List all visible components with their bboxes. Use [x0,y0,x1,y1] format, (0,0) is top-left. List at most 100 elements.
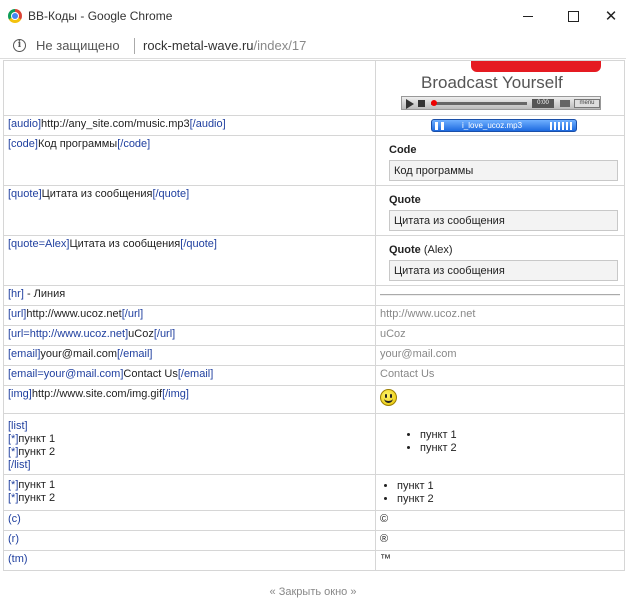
result-cell [375,285,625,306]
seek-bar[interactable] [431,102,527,105]
window-title: BB-Коды - Google Chrome [28,9,173,23]
address-bar[interactable]: i Не защищено rock-metal-wave.ru/index/1… [0,33,626,59]
quote-box: Цитата из сообщения [389,210,618,231]
close-tag: [/url] [153,328,176,340]
email-result-link[interactable]: your@mail.com [375,345,625,366]
seek-handle[interactable] [431,100,437,106]
code-cell: [url]http://www.ucoz.net[/url] [3,305,376,326]
minimize-button[interactable] [508,4,548,28]
open-tag: [img] [8,388,32,400]
list-item-line: [*]пункт 2 [8,446,371,459]
code-cell: [list] [*]пункт 1 [*]пункт 2 [/list] [3,413,376,475]
table-row: (tm) ™ [3,550,625,571]
pause-icon[interactable] [435,122,444,130]
list-item: пункт 1 [420,429,620,442]
bbcode-table: Broadcast Yourself 0:00 menu [audio]http… [3,60,625,571]
close-tag: [/quote] [180,238,217,250]
close-tag: [/img] [162,388,189,400]
result-cell: Code Код программы [375,135,625,186]
tag-body: your@mail.com [40,348,117,360]
code-cell: [quote]Цитата из сообщения[/quote] [3,185,376,236]
code-cell: [email]your@mail.com[/email] [3,345,376,366]
named-email-result-link[interactable]: Contact Us [375,365,625,386]
info-icon[interactable]: i [13,39,26,52]
code-cell: [quote=Alex]Цитата из сообщения[/quote] [3,235,376,286]
play-icon[interactable] [406,99,414,109]
close-window-link[interactable]: « Закрыть окно » [0,586,626,598]
video-player[interactable]: Broadcast Yourself 0:00 menu [401,61,601,113]
table-row: [quote]Цитата из сообщения[/quote] Quote… [3,185,625,236]
open-tag: [quote=Alex] [8,238,70,250]
video-caption: Broadcast Yourself [421,73,563,92]
close-tag: [/email] [177,368,214,380]
list-item-line: [*]пункт 1 [8,433,371,446]
close-tag: [/email] [116,348,153,360]
code-cell: [*]пункт 1 [*]пункт 2 [3,474,376,511]
open-tag: [email=your@mail.com] [8,368,124,380]
audio-filename: i_love_ucoz.mp3 [462,121,523,130]
code-cell: [img]http://www.site.com/img.gif[/img] [3,385,376,414]
quote-label: Quote [389,244,421,256]
open-tag: [url=http://www.ucoz.net] [8,328,129,340]
audio-player[interactable]: i_love_ucoz.mp3 [431,119,577,132]
security-label[interactable]: Не защищено [36,38,120,53]
quote-author: (Alex) [423,244,453,256]
volume-icon[interactable] [560,100,570,107]
page-content: Broadcast Yourself 0:00 menu [audio]http… [0,60,626,602]
table-row: [*]пункт 1 [*]пункт 2 пункт 1 пункт 2 [3,474,625,511]
open-tag: [code] [8,138,38,150]
list-item-text: пункт 2 [18,492,56,504]
list-item: пункт 2 [397,493,620,506]
code-box: Код программы [389,160,618,181]
stop-icon[interactable] [418,100,425,107]
table-row: Broadcast Yourself 0:00 menu [3,60,625,116]
table-row: [hr] - Линия [3,285,625,306]
tag-body: Цитата из сообщения [41,188,153,200]
maximize-button[interactable] [553,4,593,28]
bullet-tag: [*] [8,492,19,504]
bullet-tag: [*] [8,433,19,445]
rendered-plain-list: пункт 1 пункт 2 [397,480,620,506]
close-window-button[interactable]: ✕ [596,4,626,28]
tag-body: http://www.site.com/img.gif [31,388,163,400]
bullet-tag: [*] [8,446,19,458]
open-tag: [audio] [8,118,42,130]
address-separator [134,38,135,54]
tag-body: Код программы [37,138,118,150]
trademark-result: ™ [375,550,625,571]
youtube-logo [471,61,601,72]
video-time: 0:00 [532,99,554,108]
video-controls: 0:00 menu [401,96,601,110]
url-result-link[interactable]: http://www.ucoz.net [375,305,625,326]
tag-body: uCoz [128,328,154,340]
horizontal-rule [380,294,620,296]
list-item: пункт 2 [420,442,620,455]
code-cell [3,60,376,116]
url-field[interactable]: rock-metal-wave.ru/index/17 [143,38,306,53]
title-bar: BB-Коды - Google Chrome ✕ [0,0,626,33]
result-cell: пункт 1 пункт 2 [375,413,625,475]
tag-body: http://www.ucoz.net [26,308,122,320]
table-row: [quote=Alex]Цитата из сообщения[/quote] … [3,235,625,286]
list-item-line: [*]пункт 1 [8,479,371,492]
close-tag: [/quote] [152,188,190,200]
close-tag: [/code] [117,138,151,150]
code-cell: [email=your@mail.com]Contact Us[/email] [3,365,376,386]
video-menu-button[interactable]: menu [574,99,600,108]
registered-result: ® [375,530,625,551]
list-item-line: [*]пункт 2 [8,492,371,505]
copyright-result: © [375,510,625,531]
open-tag: [email] [8,348,41,360]
named-url-result-link[interactable]: uCoz [375,325,625,346]
smiley-icon [380,389,397,406]
tag-body: - Линия [23,288,66,300]
table-row: [url=http://www.ucoz.net]uCoz[/url] uCoz [3,325,625,346]
result-cell: i_love_ucoz.mp3 [375,115,625,136]
volume-icon[interactable] [550,122,572,130]
list-item: пункт 1 [397,480,620,493]
tag-body: http://any_site.com/music.mp3 [41,118,190,130]
table-row: [audio]http://any_site.com/music.mp3[/au… [3,115,625,136]
quote-author-title: Quote (Alex) [389,244,620,257]
bullet-tag: [*] [8,479,19,491]
table-row: [email=your@mail.com]Contact Us[/email] … [3,365,625,386]
